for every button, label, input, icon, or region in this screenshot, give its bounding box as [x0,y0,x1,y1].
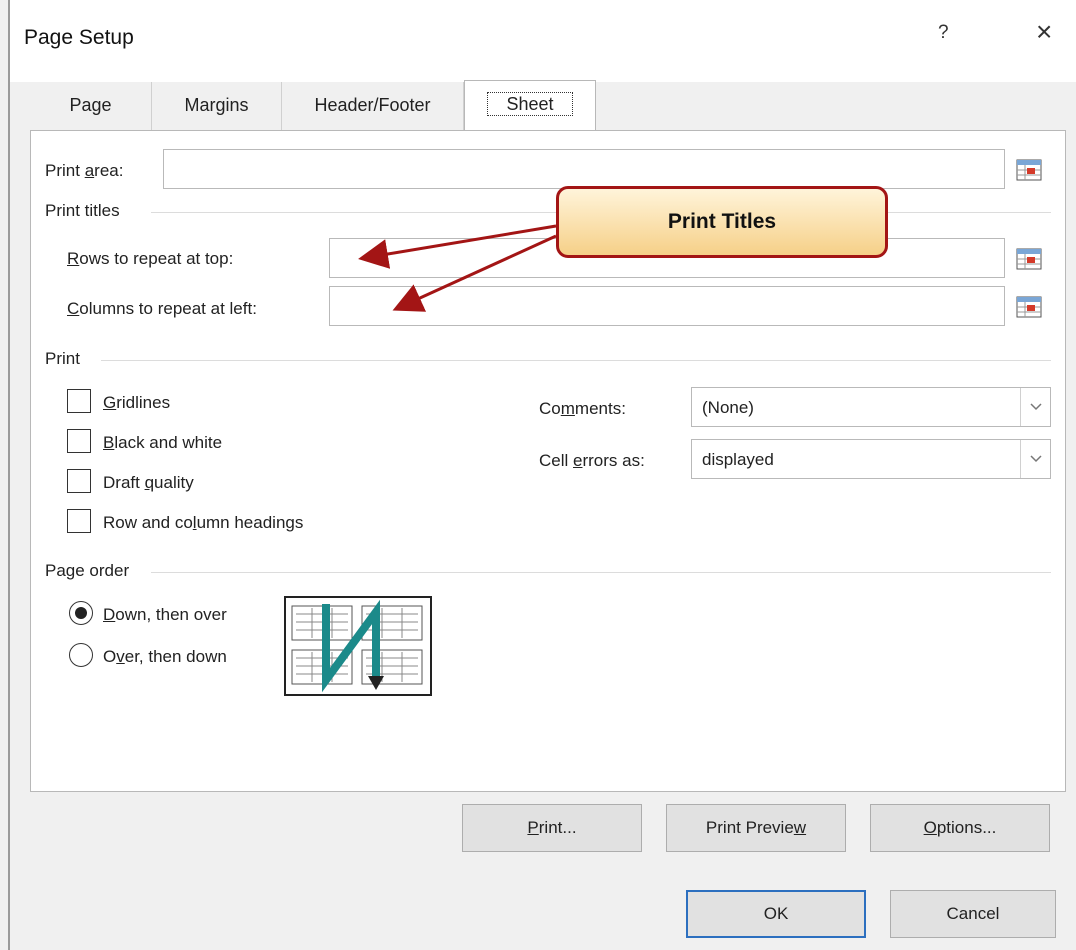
gridlines-checkbox[interactable] [67,389,91,413]
chevron-down-icon [1020,388,1050,426]
print-titles-group-label: Print titles [45,201,120,220]
tab-header-footer[interactable]: Header/Footer [282,82,464,130]
print-button[interactable]: Print... [462,804,642,852]
cancel-button[interactable]: Cancel [890,890,1056,938]
tab-page[interactable]: Page [30,82,152,130]
tab-label: Margins [184,95,249,115]
sheet-tab-panel: Print area: Print titles Rows to repeat … [30,130,1066,792]
black-and-white-label: Black and white [103,433,223,452]
draft-quality-label: Draft quality [103,473,194,492]
comments-label: Comments: [539,399,626,418]
black-and-white-checkbox[interactable] [67,429,91,453]
chevron-down-icon [1020,440,1050,478]
tab-margins[interactable]: Margins [152,82,282,130]
options-button[interactable]: Options... [870,804,1050,852]
tab-sheet[interactable]: Sheet [464,80,596,130]
page-setup-dialog: Page Setup ? × Page Margins Header/Foote… [0,0,1076,950]
cell-errors-label: Cell errors as: [539,451,645,470]
print-titles-callout: Print Titles [556,186,888,258]
divider [151,572,1051,573]
print-area-input[interactable] [163,149,1005,189]
tab-label: Page [69,95,112,115]
dialog-title: Page Setup [24,26,134,49]
comments-dropdown[interactable]: (None) [691,387,1051,427]
down-then-over-radio[interactable] [69,601,93,625]
close-button[interactable]: × [1036,16,1052,48]
columns-to-repeat-input[interactable] [329,286,1005,326]
comments-value: (None) [702,398,754,417]
print-area-range-selector-icon[interactable] [1015,156,1043,184]
draft-quality-checkbox[interactable] [67,469,91,493]
columns-range-selector-icon[interactable] [1015,293,1043,321]
print-group-label: Print [45,349,80,368]
row-column-headings-checkbox[interactable] [67,509,91,533]
rows-to-repeat-label: Rows to repeat at top: [67,249,234,268]
page-order-preview-icon [284,596,432,696]
page-order-group-label: Page order [45,561,130,580]
window-edge [8,0,10,950]
columns-to-repeat-label: Columns to repeat at left: [67,299,257,318]
rows-range-selector-icon[interactable] [1015,245,1043,273]
gridlines-label: Gridlines [103,393,171,412]
help-button[interactable]: ? [938,22,949,44]
ok-button[interactable]: OK [686,890,866,938]
over-then-down-radio[interactable] [69,643,93,667]
title-bar: Page Setup ? × [10,0,1076,82]
print-area-label: Print area: [45,161,124,180]
divider [101,360,1051,361]
down-then-over-label: Down, then over [103,605,227,624]
print-preview-button[interactable]: Print Previe w [666,804,846,852]
cell-errors-dropdown[interactable]: displayed [691,439,1051,479]
row-column-headings-label: Row and column headings [103,513,304,532]
cell-errors-value: displayed [702,450,774,469]
over-then-down-label: Over, then down [103,647,227,666]
tab-label: Header/Footer [314,95,431,115]
tab-label: Sheet [487,92,573,116]
